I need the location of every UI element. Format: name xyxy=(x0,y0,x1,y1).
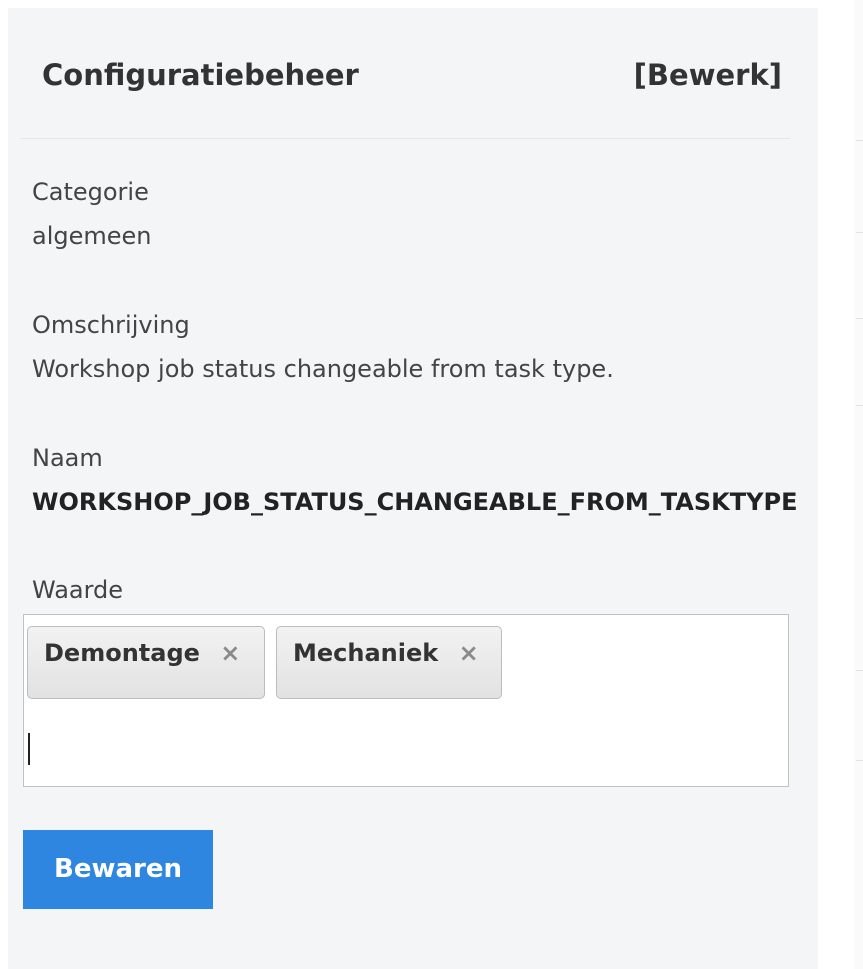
category-value: algemeen xyxy=(32,222,152,250)
panel-header: Configuratiebeheer [Bewerk] xyxy=(20,48,790,139)
tag-mechaniek: Mechaniek × xyxy=(276,626,502,699)
text-cursor xyxy=(28,733,30,765)
value-field: Waarde xyxy=(32,568,123,612)
value-label: Waarde xyxy=(32,576,124,604)
tag-demontage: Demontage × xyxy=(27,626,265,699)
config-panel: Configuratiebeheer [Bewerk] Categorie al… xyxy=(8,8,818,969)
description-value: Workshop job status changeable from task… xyxy=(32,355,614,383)
category-field: Categorie algemeen xyxy=(32,170,152,258)
value-tag-input[interactable]: Demontage × Mechaniek × xyxy=(23,614,789,787)
tag-label: Mechaniek xyxy=(293,639,439,667)
page-title: Configuratiebeheer xyxy=(42,58,359,92)
name-label: Naam xyxy=(32,444,103,472)
name-value: WORKSHOP_JOB_STATUS_CHANGEABLE_FROM_TASK… xyxy=(32,488,798,516)
tag-remove-icon[interactable]: × xyxy=(220,627,240,679)
tag-remove-icon[interactable]: × xyxy=(459,627,479,679)
name-field: Naam WORKSHOP_JOB_STATUS_CHANGEABLE_FROM… xyxy=(32,436,862,524)
tag-label: Demontage xyxy=(44,639,200,667)
save-button[interactable]: Bewaren xyxy=(23,830,213,909)
edit-link[interactable]: [Bewerk] xyxy=(634,58,782,92)
description-label: Omschrijving xyxy=(32,311,190,339)
category-label: Categorie xyxy=(32,178,149,206)
description-field: Omschrijving Workshop job status changea… xyxy=(32,303,614,391)
